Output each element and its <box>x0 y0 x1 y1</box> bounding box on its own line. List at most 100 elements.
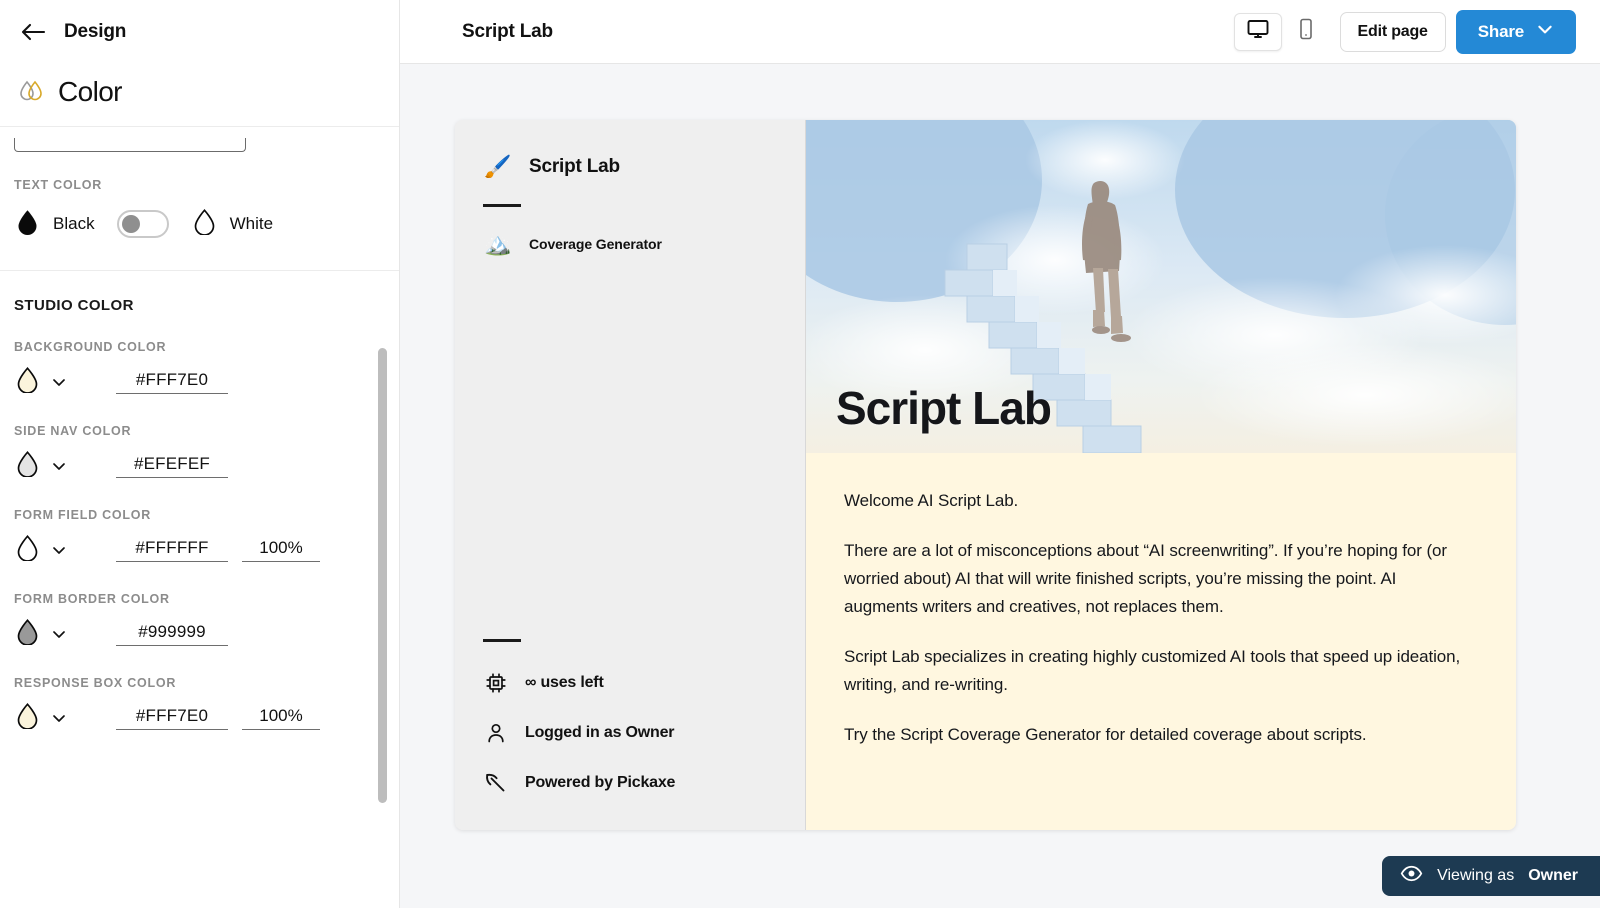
sidebar-powered-by[interactable]: Powered by Pickaxe <box>455 758 805 808</box>
droplet-icon[interactable] <box>14 366 41 398</box>
droplet-filled-black-icon <box>14 208 41 240</box>
form-field-color-swatch-picker[interactable] <box>14 534 86 566</box>
sidebar-footer-divider <box>483 639 521 642</box>
form-border-color-label: FORM BORDER COLOR <box>0 592 399 606</box>
chevron-down-icon[interactable] <box>51 626 67 642</box>
preview-sidebar: 🖌️ Script Lab 🏔️ Coverage Generator <box>455 120 806 830</box>
color-setting-group: FORM BORDER COLOR #999999 <box>0 566 399 650</box>
color-section-title: Color <box>58 76 122 108</box>
form-border-color-swatch-picker[interactable] <box>14 618 86 650</box>
sidebar-item-script-lab[interactable]: 🖌️ Script Lab <box>455 146 805 188</box>
paragraph: Try the Script Coverage Generator for de… <box>844 721 1474 749</box>
share-button[interactable]: Share <box>1456 10 1576 54</box>
welcome-copy: Welcome AI Script Lab. There are a lot o… <box>806 453 1516 749</box>
monitor-icon <box>1246 17 1270 46</box>
two-droplets-icon <box>16 77 46 107</box>
chevron-down-icon[interactable] <box>51 374 67 390</box>
text-color-row: Black White <box>0 192 399 240</box>
hero-title: Script Lab <box>836 381 1051 435</box>
sidebar-uses-left[interactable]: ∞ uses left <box>455 658 805 708</box>
chevron-down-icon <box>1536 20 1554 43</box>
design-panel-scroll-area[interactable]: TEXT COLOR Black <box>0 138 399 908</box>
sidebar-logged-in-as[interactable]: Logged in as Owner <box>455 708 805 758</box>
background-color-label: BACKGROUND COLOR <box>0 340 399 354</box>
phone-icon <box>1294 17 1318 46</box>
color-setting-group: RESPONSE BOX COLOR #FFF7E0 100% <box>0 650 399 734</box>
form-field-color-hex-input[interactable]: #FFFFFF <box>116 538 228 562</box>
side-nav-color-hex-input[interactable]: #EFEFEF <box>116 454 228 478</box>
color-setting-group: FORM FIELD COLOR #FFFFFF 100% <box>0 482 399 566</box>
text-color-black-option[interactable]: Black <box>14 208 95 240</box>
eye-icon <box>1400 862 1423 890</box>
person-icon <box>483 720 509 746</box>
side-nav-color-row: #EFEFEF <box>0 438 399 482</box>
background-color-hex-input[interactable]: #FFF7E0 <box>116 370 228 394</box>
scrollbar-thumb[interactable] <box>378 348 387 803</box>
background-color-swatch-picker[interactable] <box>14 366 86 398</box>
viewing-as-badge[interactable]: Viewing as Owner <box>1382 856 1600 896</box>
preview-content: Script Lab Welcome AI Script Lab. There … <box>806 120 1516 830</box>
paragraph: Welcome AI Script Lab. <box>844 487 1474 515</box>
sidebar-divider <box>483 204 521 207</box>
viewing-as-role: Owner <box>1528 867 1578 885</box>
toolbar-actions: Edit page Share <box>1234 10 1576 54</box>
edit-page-label: Edit page <box>1358 23 1428 41</box>
design-panel-title: Design <box>64 21 126 43</box>
droplet-icon[interactable] <box>14 450 41 482</box>
paragraph: Script Lab specializes in creating highl… <box>844 643 1474 699</box>
chevron-down-icon[interactable] <box>51 710 67 726</box>
share-label: Share <box>1478 22 1524 42</box>
chevron-down-icon[interactable] <box>51 458 67 474</box>
chip-icon <box>483 670 509 696</box>
droplet-icon[interactable] <box>14 702 41 734</box>
droplet-icon[interactable] <box>14 534 41 566</box>
response-box-color-row: #FFF7E0 100% <box>0 690 399 734</box>
chevron-down-icon[interactable] <box>51 542 67 558</box>
form-border-color-hex-input[interactable]: #999999 <box>116 622 228 646</box>
text-color-toggle[interactable] <box>117 210 169 238</box>
pickaxe-icon <box>483 770 509 796</box>
sidebar-item-coverage-generator[interactable]: 🏔️ Coverage Generator <box>455 223 805 265</box>
form-border-color-row: #999999 <box>0 606 399 650</box>
form-field-color-row: #FFFFFF 100% <box>0 522 399 566</box>
back-arrow-icon[interactable] <box>20 19 46 45</box>
design-panel-header: Design <box>0 0 399 64</box>
side-nav-color-label: SIDE NAV COLOR <box>0 424 399 438</box>
color-setting-group: BACKGROUND COLOR #FFF7E0 <box>0 314 399 398</box>
color-section-header: Color <box>0 64 399 127</box>
droplet-icon[interactable] <box>14 618 41 650</box>
desktop-preview-button[interactable] <box>1234 13 1282 51</box>
background-color-row: #FFF7E0 <box>0 354 399 398</box>
page-title: Script Lab <box>462 21 553 43</box>
sidebar-spacer <box>455 265 805 623</box>
color-setting-group: SIDE NAV COLOR #EFEFEF <box>0 398 399 482</box>
mobile-preview-button[interactable] <box>1282 13 1330 51</box>
device-preview-toggle <box>1234 13 1330 51</box>
mountain-icon: 🏔️ <box>483 233 513 255</box>
top-toolbar: Script Lab Edit page <box>400 0 1600 64</box>
typewriter-icon: 🖌️ <box>483 156 513 178</box>
side-nav-color-swatch-picker[interactable] <box>14 450 86 482</box>
form-field-color-label: FORM FIELD COLOR <box>0 508 399 522</box>
sidebar-item-label: Script Lab <box>529 156 620 178</box>
design-panel-scrollbar[interactable] <box>383 138 393 908</box>
studio-color-heading: STUDIO COLOR <box>0 271 399 314</box>
edit-page-button[interactable]: Edit page <box>1340 12 1446 52</box>
uses-left-label: ∞ uses left <box>525 674 604 692</box>
clipped-input-field[interactable] <box>14 138 246 152</box>
response-box-color-swatch-picker[interactable] <box>14 702 86 734</box>
response-box-color-opacity-input[interactable]: 100% <box>242 706 320 730</box>
droplet-outline-white-icon <box>191 208 218 240</box>
text-color-black-label: Black <box>53 214 95 234</box>
powered-by-label: Powered by Pickaxe <box>525 774 675 792</box>
paragraph: There are a lot of misconceptions about … <box>844 537 1474 621</box>
design-panel: Design Color TEXT COLOR <box>0 0 400 908</box>
text-color-white-label: White <box>230 214 273 234</box>
response-box-color-hex-input[interactable]: #FFF7E0 <box>116 706 228 730</box>
main-area: Script Lab Edit page <box>400 0 1600 908</box>
sidebar-item-label: Coverage Generator <box>529 236 662 252</box>
text-color-white-option[interactable]: White <box>191 208 273 240</box>
app-preview-card: 🖌️ Script Lab 🏔️ Coverage Generator <box>455 120 1516 830</box>
preview-stage: 🖌️ Script Lab 🏔️ Coverage Generator <box>400 64 1600 908</box>
form-field-color-opacity-input[interactable]: 100% <box>242 538 320 562</box>
